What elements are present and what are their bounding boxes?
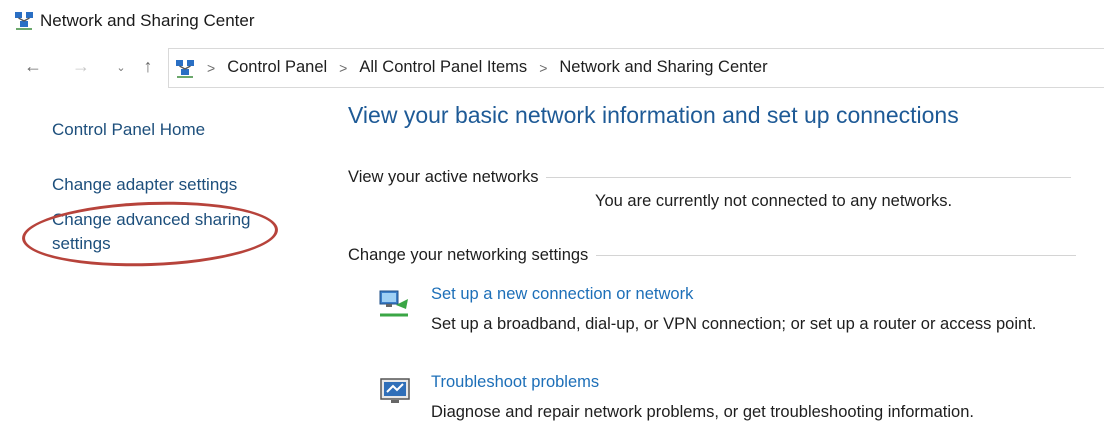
sidebar: Control Panel Home Change adapter settin…	[0, 92, 320, 423]
section-change-settings: Change your networking settings	[348, 246, 1104, 265]
sidebar-item-control-panel-home[interactable]: Control Panel Home	[52, 118, 205, 142]
network-icon	[176, 60, 194, 78]
task-new-connection: Set up a new connection or network Set u…	[378, 285, 1104, 345]
breadcrumb-control-panel[interactable]: Control Panel	[227, 58, 327, 77]
breadcrumb-separator[interactable]: >	[339, 60, 347, 76]
window-title: Network and Sharing Center	[40, 11, 255, 30]
back-arrow-icon[interactable]: ←	[22, 52, 44, 80]
up-arrow-icon[interactable]: ↑	[137, 52, 159, 80]
task-description: Set up a broadband, dial-up, or VPN conn…	[431, 315, 1037, 333]
connection-status: You are currently not connected to any n…	[595, 192, 953, 210]
setup-connection-link[interactable]: Set up a new connection or network	[431, 285, 693, 304]
page-title: View your basic network information and …	[348, 102, 959, 128]
troubleshoot-link[interactable]: Troubleshoot problems	[431, 373, 599, 392]
task-description: Diagnose and repair network problems, or…	[431, 403, 974, 421]
breadcrumb-all-items[interactable]: All Control Panel Items	[359, 58, 527, 77]
breadcrumb-separator[interactable]: >	[207, 60, 215, 76]
divider	[546, 177, 1072, 178]
breadcrumb-separator[interactable]: >	[539, 60, 547, 76]
section-heading: View your active networks	[348, 168, 539, 186]
divider	[596, 255, 1077, 256]
breadcrumb-network-center[interactable]: Network and Sharing Center	[559, 58, 767, 77]
address-bar[interactable]: > Control Panel > All Control Panel Item…	[168, 48, 1104, 88]
new-connection-icon	[379, 290, 408, 317]
forward-arrow-icon[interactable]: →	[70, 52, 92, 80]
title-bar: Network and Sharing Center	[0, 0, 1104, 44]
navigation-bar: ← → ⌄ ↑ > Control Panel > All Control Pa…	[0, 48, 1104, 88]
troubleshoot-icon	[380, 378, 410, 403]
network-icon	[15, 12, 33, 30]
task-troubleshoot: Troubleshoot problems Diagnose and repai…	[378, 373, 1104, 423]
section-heading: Change your networking settings	[348, 246, 589, 264]
breadcrumb: > Control Panel > All Control Panel Item…	[207, 58, 768, 77]
main-content: View your basic network information and …	[348, 92, 1104, 423]
sidebar-item-change-adapter-settings[interactable]: Change adapter settings	[52, 173, 237, 197]
section-active-networks: View your active networks	[348, 168, 1104, 187]
recent-locations-chevron-icon[interactable]: ⌄	[110, 54, 132, 82]
